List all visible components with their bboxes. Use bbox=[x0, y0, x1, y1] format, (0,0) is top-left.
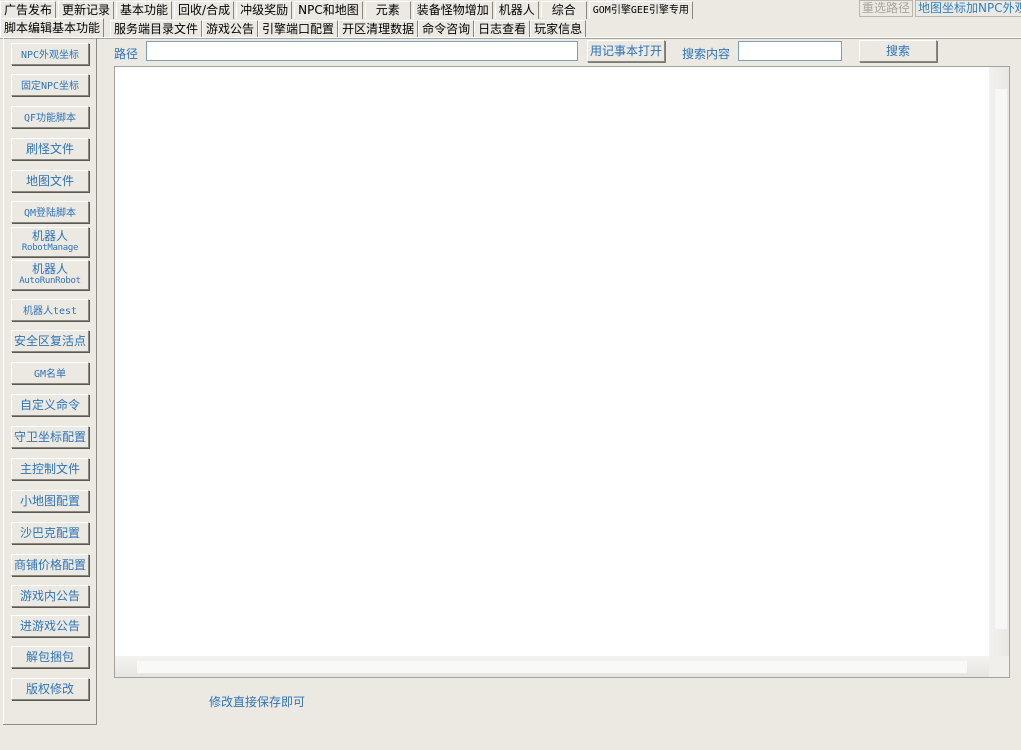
vertical-scroll-thumb[interactable] bbox=[995, 89, 1007, 629]
gm-list-label: GM名单 bbox=[33, 369, 67, 380]
tab-robot[interactable]: 机器人 bbox=[494, 1, 539, 19]
search-input[interactable] bbox=[738, 41, 842, 61]
copyright-edit-button[interactable]: 版权修改 bbox=[11, 678, 89, 700]
tab-level-rewards[interactable]: 冲级奖励 bbox=[236, 1, 293, 19]
tab-basic-functions[interactable]: 基本功能 bbox=[116, 1, 173, 19]
shop-price-config-button[interactable]: 商铺价格配置 bbox=[11, 554, 89, 576]
tab-divider bbox=[0, 37, 1021, 39]
robot-manage-sublabel: RobotManage bbox=[21, 243, 79, 253]
horizontal-scrollbar[interactable] bbox=[115, 656, 991, 677]
path-input[interactable] bbox=[146, 41, 578, 61]
robot-test-label: 机器人test bbox=[22, 306, 78, 317]
save-hint-text: 修改直接保存即可 bbox=[209, 695, 306, 709]
custom-command-button[interactable]: 自定义命令 bbox=[11, 394, 89, 416]
qm-login-script-label: QM登陆脚本 bbox=[23, 208, 77, 219]
tab-recycle-synthesis[interactable]: 回收/合成 bbox=[174, 1, 235, 19]
horizontal-scroll-thumb[interactable] bbox=[137, 661, 967, 673]
fixed-npc-coord-button[interactable]: 固定NPC坐标 bbox=[11, 74, 89, 96]
fixed-npc-coord-label: 固定NPC坐标 bbox=[20, 81, 80, 92]
top-tab-bar: 广告发布 更新记录 基本功能 回收/合成 冲级奖励 NPC和地图 元素 装备怪物… bbox=[0, 0, 695, 19]
subtab-command-help[interactable]: 命令咨询 bbox=[418, 20, 475, 38]
autorun-robot-label: 机器人 bbox=[31, 262, 68, 276]
tab-update-log[interactable]: 更新记录 bbox=[58, 1, 115, 19]
tab-npc-and-map[interactable]: NPC和地图 bbox=[294, 1, 363, 19]
unpack-pack-button[interactable]: 解包捆包 bbox=[11, 646, 89, 668]
robot-test-button[interactable]: 机器人test bbox=[11, 299, 89, 321]
sub-tab-bar: 脚本编辑基本功能 服务端目录文件 游戏公告 引擎端口配置 开区清理数据 命令咨询… bbox=[0, 18, 587, 38]
subtab-script-edit[interactable]: 脚本编辑基本功能 bbox=[0, 18, 105, 38]
reselect-path-button[interactable]: 重选路径 bbox=[859, 0, 913, 17]
enter-game-notice-button[interactable]: 进游戏公告 bbox=[11, 615, 89, 637]
robot-manage-button[interactable]: 机器人 RobotManage bbox=[11, 227, 89, 257]
qf-script-button[interactable]: QF功能脚本 bbox=[11, 106, 89, 128]
tab-ad-publish[interactable]: 广告发布 bbox=[0, 1, 57, 19]
safe-zone-revive-button[interactable]: 安全区复活点 bbox=[11, 330, 89, 352]
map-coord-npc-button[interactable]: 地图坐标加NPC外观 bbox=[915, 0, 1021, 17]
tab-gom-gee-engine[interactable]: GOM引擎GEE引擎专用 bbox=[588, 1, 693, 19]
autorun-robot-button[interactable]: 机器人 AutoRunRobot bbox=[11, 260, 89, 290]
script-editor-textarea[interactable] bbox=[114, 66, 1010, 678]
autorun-robot-sublabel: AutoRunRobot bbox=[19, 276, 81, 286]
guard-coord-config-button[interactable]: 守卫坐标配置 bbox=[11, 426, 89, 448]
open-with-notepad-button[interactable]: 用记事本打开 bbox=[587, 40, 665, 62]
qf-script-label: QF功能脚本 bbox=[23, 113, 77, 124]
npc-look-coord-label: NPC外观坐标 bbox=[20, 50, 80, 61]
tab-misc[interactable]: 综合 bbox=[540, 1, 587, 19]
search-button[interactable]: 搜索 bbox=[859, 40, 937, 62]
subtab-clear-data[interactable]: 开区清理数据 bbox=[338, 20, 419, 38]
monster-file-button[interactable]: 刷怪文件 bbox=[11, 138, 89, 160]
qm-login-script-button[interactable]: QM登陆脚本 bbox=[11, 201, 89, 223]
subtab-log-view[interactable]: 日志查看 bbox=[474, 20, 531, 38]
ingame-notice-button[interactable]: 游戏内公告 bbox=[11, 585, 89, 607]
npc-look-coord-button[interactable]: NPC外观坐标 bbox=[11, 43, 89, 65]
sabak-config-button[interactable]: 沙巴克配置 bbox=[11, 522, 89, 544]
tab-equip-monster-add[interactable]: 装备怪物增加 bbox=[412, 1, 493, 19]
map-file-button[interactable]: 地图文件 bbox=[11, 170, 89, 192]
tab-elements[interactable]: 元素 bbox=[364, 1, 411, 19]
subtab-player-info[interactable]: 玩家信息 bbox=[530, 20, 587, 38]
subtab-engine-port[interactable]: 引擎端口配置 bbox=[258, 20, 339, 38]
subtab-game-notice[interactable]: 游戏公告 bbox=[202, 20, 259, 38]
minimap-config-button[interactable]: 小地图配置 bbox=[11, 490, 89, 512]
main-control-file-button[interactable]: 主控制文件 bbox=[11, 458, 89, 480]
path-label: 路径 bbox=[114, 47, 139, 61]
search-content-label: 搜索内容 bbox=[682, 47, 731, 61]
scrollbar-corner bbox=[989, 656, 1009, 677]
vertical-scrollbar[interactable] bbox=[989, 67, 1009, 657]
robot-manage-label: 机器人 bbox=[31, 229, 68, 243]
subtab-server-dir[interactable]: 服务端目录文件 bbox=[110, 20, 203, 38]
gm-list-button[interactable]: GM名单 bbox=[11, 362, 89, 384]
